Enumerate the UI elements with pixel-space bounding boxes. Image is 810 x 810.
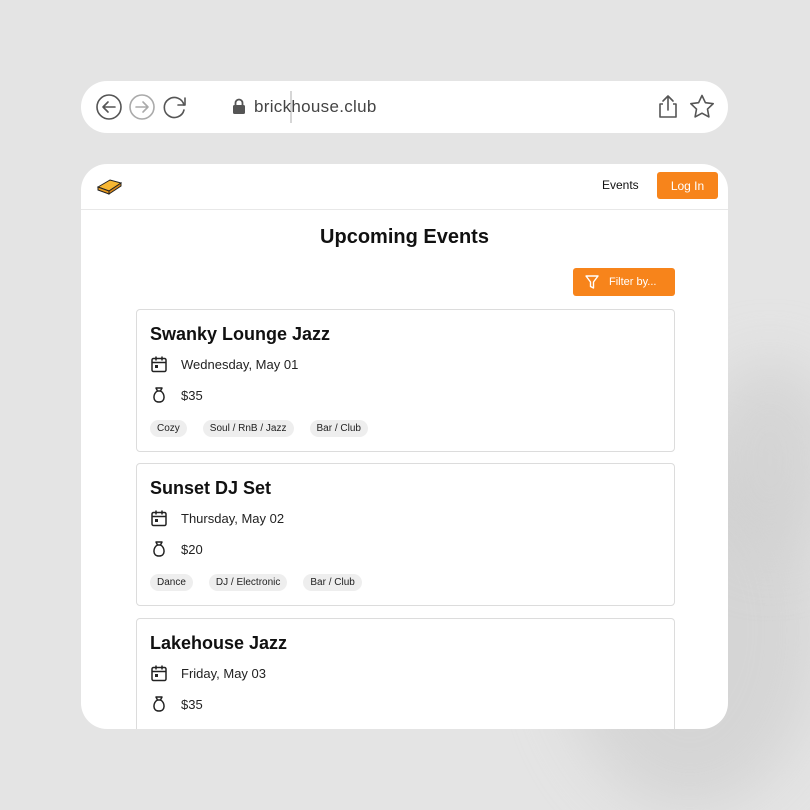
event-card[interactable]: Swanky Lounge Jazz Wednesday, May 01 $35… bbox=[136, 309, 675, 452]
filter-label: Filter by... bbox=[609, 276, 657, 288]
event-tag[interactable]: Soul / RnB / Jazz bbox=[202, 420, 294, 437]
event-tag[interactable]: Dance bbox=[150, 574, 193, 591]
event-date: Friday, May 03 bbox=[181, 666, 267, 681]
event-title: Sunset DJ Set bbox=[150, 478, 272, 498]
filter-button[interactable]: Filter by... bbox=[573, 268, 675, 296]
nav-events-link[interactable]: Events bbox=[602, 178, 639, 192]
event-tag[interactable]: Bar / Club bbox=[309, 420, 368, 437]
lock-icon bbox=[233, 98, 245, 114]
event-card[interactable]: Lakehouse Jazz Friday, May 03 $35 bbox=[136, 618, 675, 729]
event-title: Lakehouse Jazz bbox=[150, 633, 288, 653]
money-bag-icon bbox=[153, 541, 165, 557]
event-price: $20 bbox=[181, 542, 203, 557]
app-window: Events Log In Upcoming Events Filter by.… bbox=[81, 164, 728, 729]
calendar-icon bbox=[151, 510, 167, 527]
money-bag-icon bbox=[153, 387, 165, 403]
login-button[interactable]: Log In bbox=[657, 172, 718, 199]
event-tags: Cozy Soul / RnB / Jazz Bar / Club bbox=[150, 420, 368, 437]
event-tag[interactable]: DJ / Electronic bbox=[208, 574, 288, 591]
back-icon[interactable] bbox=[95, 93, 123, 121]
event-price: $35 bbox=[181, 697, 203, 712]
page-title: Upcoming Events bbox=[320, 226, 489, 248]
top-navigation: Events Log In bbox=[81, 164, 728, 210]
filter-icon bbox=[585, 274, 599, 289]
share-icon[interactable] bbox=[654, 93, 682, 121]
event-title: Swanky Lounge Jazz bbox=[150, 324, 331, 344]
money-bag-icon bbox=[153, 696, 165, 712]
reload-icon[interactable] bbox=[161, 93, 189, 121]
address-url[interactable]: brickhouse.club bbox=[254, 97, 377, 117]
event-price: $35 bbox=[181, 388, 203, 403]
calendar-icon bbox=[151, 356, 167, 373]
event-tag[interactable]: Bar / Club bbox=[303, 574, 362, 591]
event-date: Thursday, May 02 bbox=[181, 511, 285, 526]
forward-icon[interactable] bbox=[128, 93, 156, 121]
event-tags: Dance DJ / Electronic Bar / Club bbox=[150, 574, 362, 591]
event-tag[interactable]: Cozy bbox=[150, 420, 187, 437]
browser-address-bar: brickhouse.club bbox=[81, 81, 728, 133]
event-date: Wednesday, May 01 bbox=[181, 357, 299, 372]
calendar-icon bbox=[151, 665, 167, 682]
star-icon[interactable] bbox=[688, 93, 716, 121]
event-card[interactable]: Sunset DJ Set Thursday, May 02 $20 Dance… bbox=[136, 463, 675, 606]
brick-logo-icon[interactable] bbox=[96, 177, 122, 195]
